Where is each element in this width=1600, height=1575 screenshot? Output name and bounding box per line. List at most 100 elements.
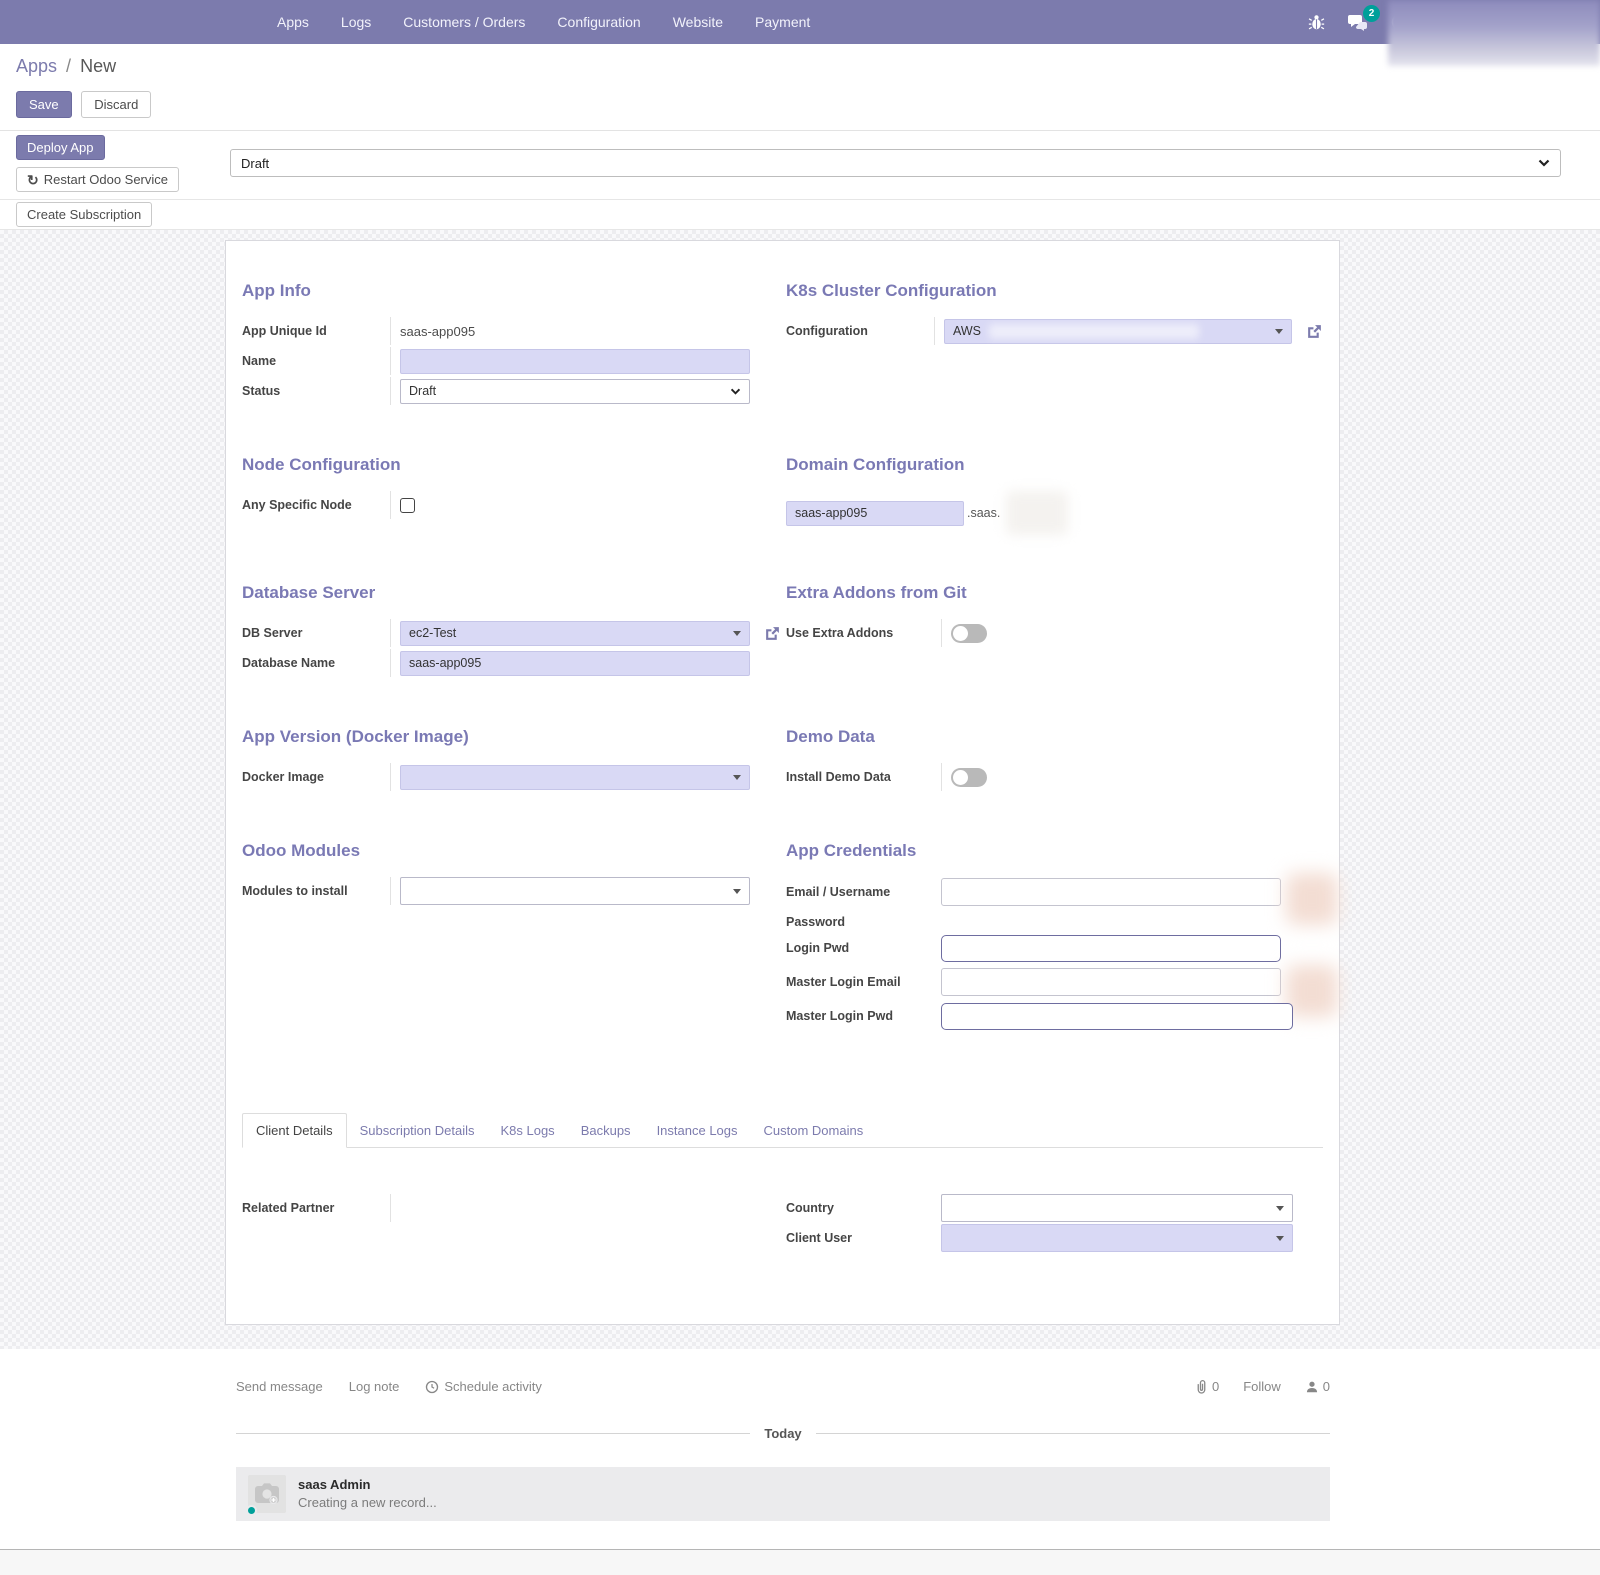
configuration-select[interactable]: AWS xyxy=(944,319,1292,344)
login-pwd-input[interactable] xyxy=(941,935,1281,962)
section-k8s-cluster: K8s Cluster Configuration Configuration … xyxy=(786,281,1326,407)
database-name-label: Database Name xyxy=(242,656,390,670)
deploy-app-button[interactable]: Deploy App xyxy=(16,135,105,160)
client-user-select[interactable] xyxy=(941,1224,1293,1252)
password-label: Password xyxy=(786,915,941,929)
caret-down-icon xyxy=(1276,1206,1284,1211)
create-subscription-button[interactable]: Create Subscription xyxy=(16,202,152,227)
breadcrumb: Apps / New xyxy=(16,56,1584,77)
db-server-value: ec2-Test xyxy=(409,626,456,640)
nav-item-website[interactable]: Website xyxy=(661,8,735,36)
form-background: App Info App Unique Id saas-app095 Name … xyxy=(0,230,1600,1349)
blurred-domain-text xyxy=(1006,491,1068,535)
caret-down-icon xyxy=(1275,329,1283,334)
breadcrumb-separator: / xyxy=(62,56,75,76)
control-panel: Apps / New Save Discard xyxy=(0,44,1600,131)
clock-icon xyxy=(425,1380,439,1394)
status-value: Draft xyxy=(409,384,436,398)
nav-item-configuration[interactable]: Configuration xyxy=(545,8,652,36)
db-server-select[interactable]: ec2-Test xyxy=(400,621,750,646)
stage-select[interactable]: Draft xyxy=(230,149,1561,177)
db-server-label: DB Server xyxy=(242,626,390,640)
tab-subscription-details[interactable]: Subscription Details xyxy=(347,1114,488,1147)
section-title: Demo Data xyxy=(786,727,1326,747)
section-title: Domain Configuration xyxy=(786,455,1326,475)
nav-item-customers-orders[interactable]: Customers / Orders xyxy=(391,8,537,36)
email-username-input[interactable] xyxy=(941,878,1281,906)
followers-button[interactable]: 0 xyxy=(1305,1379,1330,1394)
restart-odoo-service-button[interactable]: ↻ Restart Odoo Service xyxy=(16,167,179,192)
section-title: App Version (Docker Image) xyxy=(242,727,771,747)
master-login-pwd-label: Master Login Pwd xyxy=(786,1009,941,1023)
section-extra-addons: Extra Addons from Git Use Extra Addons xyxy=(786,583,1326,679)
subdomain-input[interactable]: saas-app095 xyxy=(786,501,964,526)
tab-instance-logs[interactable]: Instance Logs xyxy=(644,1114,751,1147)
refresh-icon: ↻ xyxy=(27,173,39,187)
log-note-button[interactable]: Log note xyxy=(349,1379,400,1394)
name-input[interactable] xyxy=(400,349,750,374)
section-database-server: Database Server DB Server ec2-Test xyxy=(242,583,771,679)
today-label: Today xyxy=(750,1426,815,1441)
online-status-dot xyxy=(246,1505,257,1516)
email-username-label: Email / Username xyxy=(786,885,941,899)
statusbar-divider xyxy=(0,199,1600,200)
today-divider: Today xyxy=(236,1426,1330,1441)
breadcrumb-current: New xyxy=(80,56,116,76)
nav-item-payment[interactable]: Payment xyxy=(743,8,822,36)
attachments-button[interactable]: 0 xyxy=(1195,1379,1219,1394)
messages-icon[interactable]: 2 xyxy=(1348,12,1368,32)
status-select[interactable]: Draft xyxy=(400,379,750,404)
form-sheet: App Info App Unique Id saas-app095 Name … xyxy=(225,240,1340,1325)
section-title: Node Configuration xyxy=(242,455,771,475)
status-label: Status xyxy=(242,384,390,398)
send-message-button[interactable]: Send message xyxy=(236,1379,323,1394)
attachments-count: 0 xyxy=(1212,1379,1219,1394)
schedule-activity-button[interactable]: Schedule activity xyxy=(425,1379,542,1394)
external-link-icon[interactable] xyxy=(1306,323,1323,340)
breadcrumb-apps-link[interactable]: Apps xyxy=(16,56,57,76)
notebook-tabs: Client Details Subscription Details K8s … xyxy=(242,1113,1323,1148)
install-demo-data-toggle[interactable] xyxy=(951,768,987,787)
client-user-label: Client User xyxy=(786,1231,941,1245)
section-title: Database Server xyxy=(242,583,771,603)
caret-down-icon xyxy=(1276,1236,1284,1241)
docker-image-select[interactable] xyxy=(400,765,750,790)
section-domain-configuration: Domain Configuration saas-app095 .saas. xyxy=(786,455,1326,535)
follow-button[interactable]: Follow xyxy=(1243,1379,1281,1394)
use-extra-addons-label: Use Extra Addons xyxy=(786,626,941,640)
country-label: Country xyxy=(786,1201,941,1215)
master-login-pwd-input[interactable] xyxy=(941,1003,1293,1030)
tab-backups[interactable]: Backups xyxy=(568,1114,644,1147)
master-login-email-label: Master Login Email xyxy=(786,975,941,989)
paperclip-icon xyxy=(1195,1379,1208,1394)
section-title: App Credentials xyxy=(786,841,1326,861)
followers-count: 0 xyxy=(1323,1379,1330,1394)
caret-down-icon xyxy=(733,889,741,894)
use-extra-addons-toggle[interactable] xyxy=(951,624,987,643)
section-title: K8s Cluster Configuration xyxy=(786,281,1326,301)
camera-placeholder-icon xyxy=(254,1483,280,1505)
restart-odoo-service-label: Restart Odoo Service xyxy=(44,172,168,187)
external-link-icon[interactable] xyxy=(764,625,781,642)
any-specific-node-checkbox[interactable] xyxy=(400,498,415,513)
save-button[interactable]: Save xyxy=(16,91,72,118)
blurred-configuration-text xyxy=(989,324,1199,339)
nav-item-logs[interactable]: Logs xyxy=(329,8,383,36)
modules-to-install-select[interactable] xyxy=(400,877,750,905)
bug-icon[interactable] xyxy=(1306,12,1326,32)
master-login-email-input[interactable] xyxy=(941,968,1281,996)
nav-item-apps[interactable]: Apps xyxy=(265,8,321,36)
chatter: Send message Log note Schedule activity … xyxy=(0,1349,1600,1575)
section-app-info: App Info App Unique Id saas-app095 Name … xyxy=(242,281,771,407)
tab-custom-domains[interactable]: Custom Domains xyxy=(751,1114,877,1147)
tab-k8s-logs[interactable]: K8s Logs xyxy=(487,1114,567,1147)
country-select[interactable] xyxy=(941,1194,1293,1222)
stage-value: Draft xyxy=(241,156,269,171)
message-author[interactable]: saas Admin xyxy=(298,1477,437,1492)
discard-button[interactable]: Discard xyxy=(81,91,151,118)
configuration-value: AWS xyxy=(953,324,981,338)
tab-client-details[interactable]: Client Details xyxy=(242,1113,347,1148)
database-name-input[interactable]: saas-app095 xyxy=(400,651,750,676)
client-details-panel: Related Partner Country Client User xyxy=(242,1194,1323,1254)
docker-image-label: Docker Image xyxy=(242,770,390,784)
